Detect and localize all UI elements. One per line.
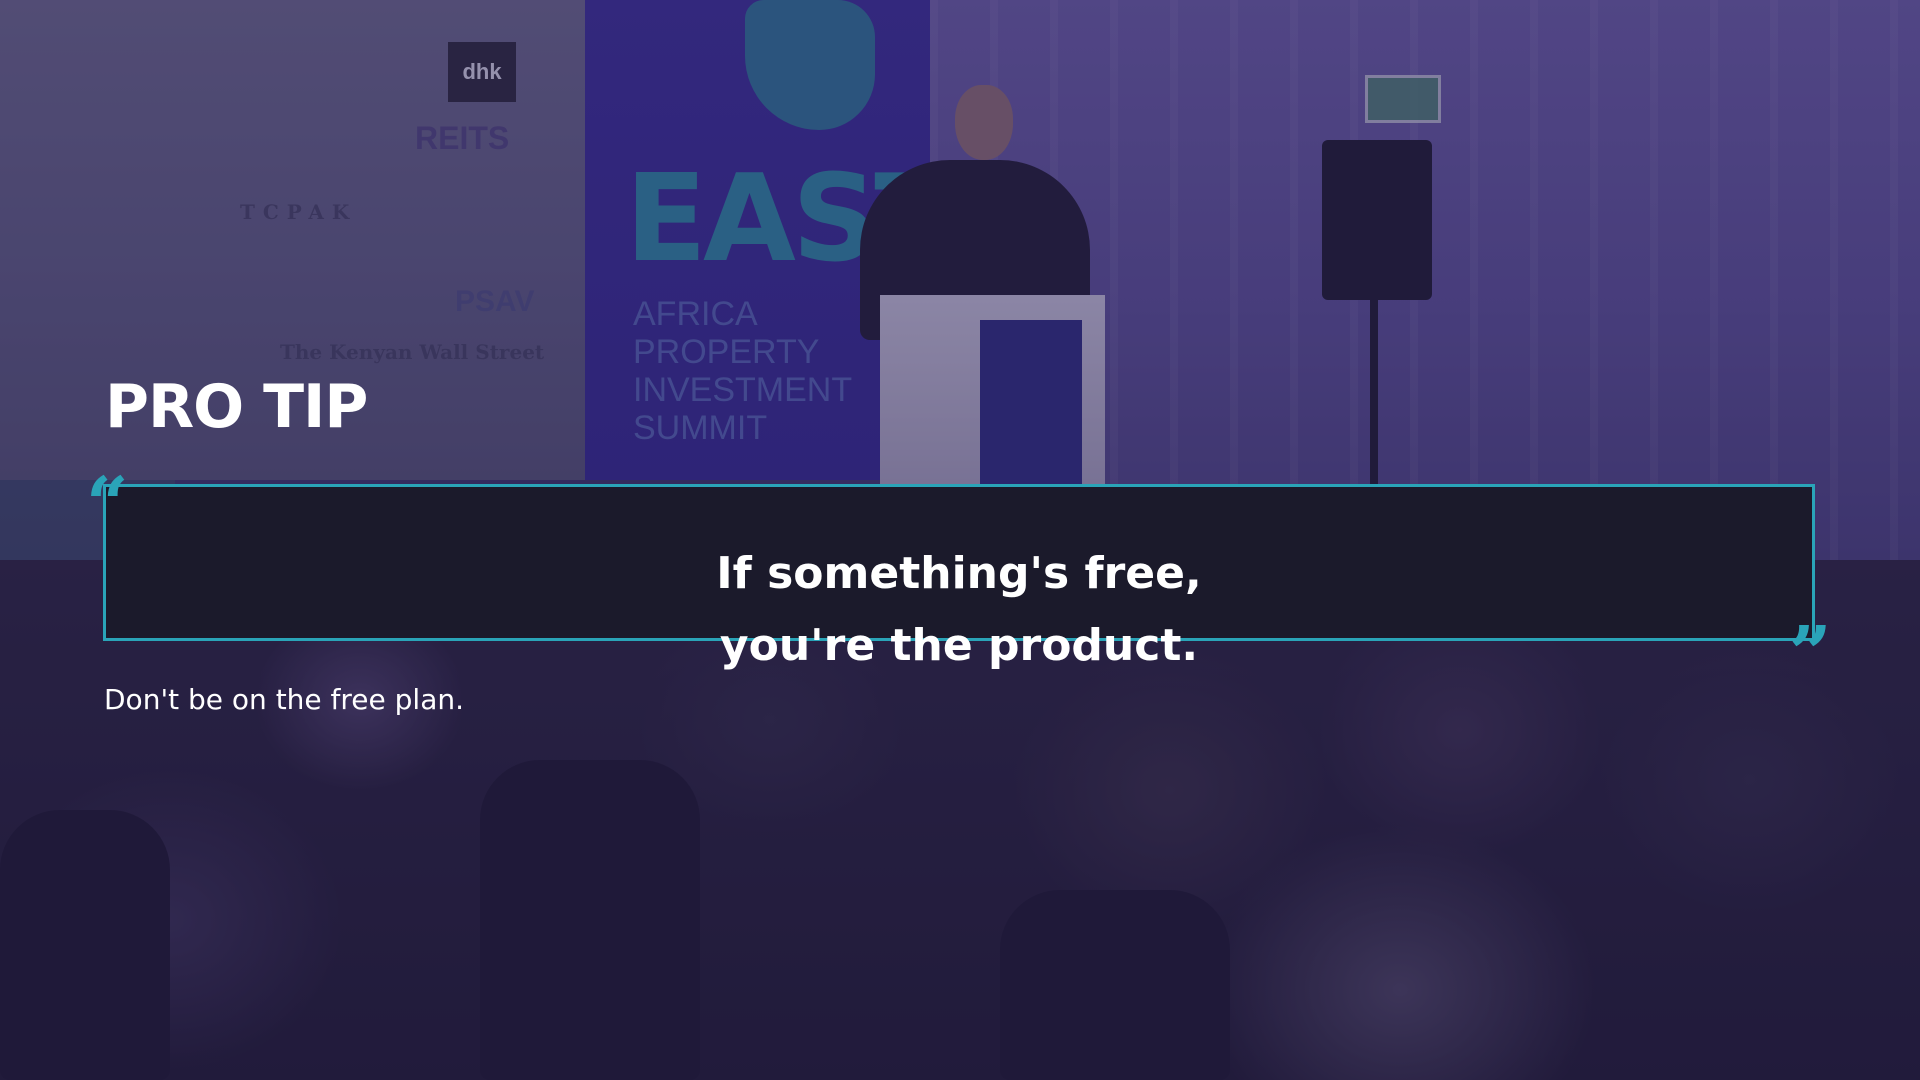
slide: dhk REITS TCPAK PSAV The Kenyan Wall Str… [0,0,1920,1080]
open-quote-icon: “ [86,462,129,548]
quote-text: If something's free, you're the product. [716,548,1202,671]
slide-subtitle: Don't be on the free plan. [104,683,465,716]
slide-title: PRO TIP [105,372,368,442]
